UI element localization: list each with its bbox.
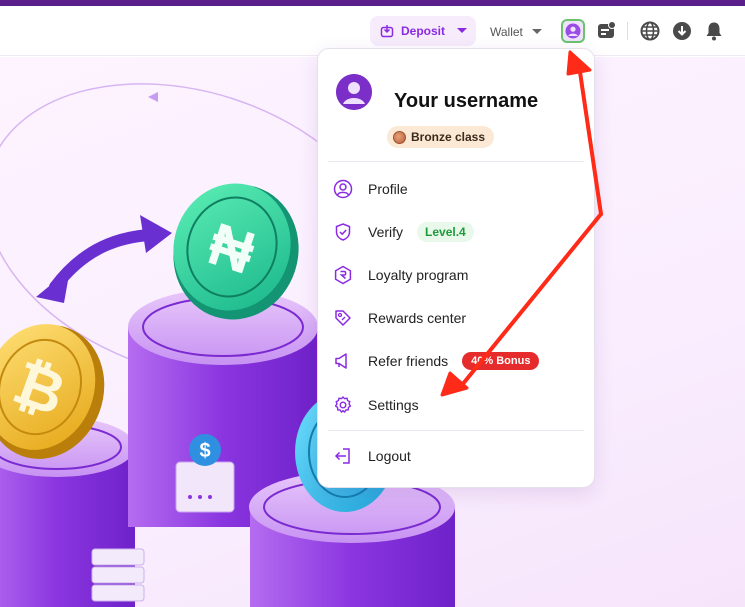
annotation-arrows [440, 50, 603, 397]
